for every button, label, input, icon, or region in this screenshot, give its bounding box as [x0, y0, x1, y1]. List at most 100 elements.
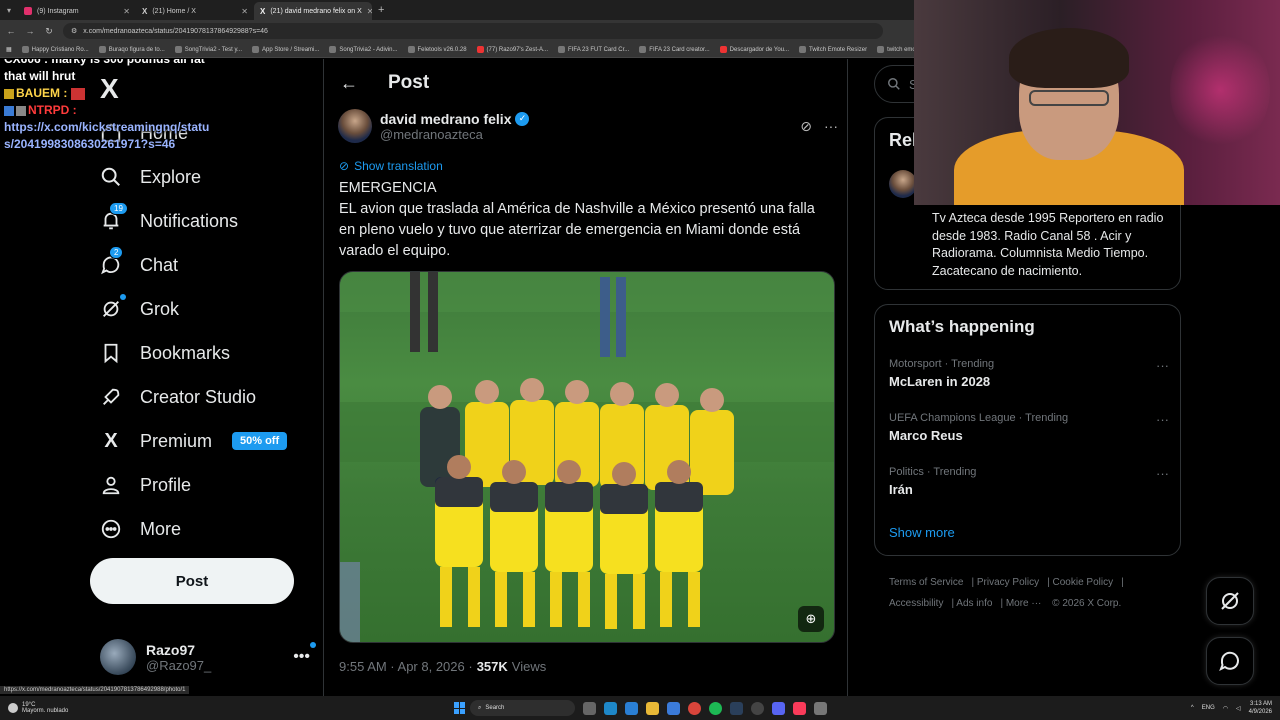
- alt-image-icon[interactable]: ⊕: [798, 606, 824, 632]
- more-options-icon[interactable]: ···: [1156, 358, 1169, 373]
- show-translation-link[interactable]: ⊘ Show translation: [339, 159, 443, 173]
- folder-icon[interactable]: [646, 701, 659, 715]
- back-icon[interactable]: ←: [6, 26, 16, 36]
- account-switcher[interactable]: Razo97 @Razo97_ •••: [100, 639, 316, 675]
- nav-label: Explore: [140, 166, 202, 187]
- grok-icon[interactable]: ⊘: [800, 118, 812, 135]
- footer-link-ads[interactable]: Ads info: [956, 598, 992, 609]
- more-options-icon[interactable]: ···: [1156, 466, 1169, 481]
- tab-title: (21) Home / X: [152, 7, 196, 15]
- site-info-icon[interactable]: ⚙: [71, 27, 77, 35]
- post-text-body: EL avion que traslada al América de Nash…: [339, 201, 815, 259]
- spotify-icon[interactable]: [709, 701, 722, 715]
- bookmark-item[interactable]: Twitch Emote Resizer: [799, 46, 867, 53]
- tab-post[interactable]: X (21) david medrano felix on X ✕: [254, 2, 372, 20]
- team-photo-illustration: [340, 272, 834, 642]
- url-input[interactable]: ⚙ x.com/medranoazteca/status/20419078137…: [63, 23, 883, 39]
- post-button[interactable]: Post: [90, 558, 294, 604]
- bookmark-item[interactable]: FIFA 23 FUT Card Cr...: [558, 46, 629, 53]
- trend-item[interactable]: Politics · Trending Irán ···: [889, 466, 1169, 497]
- edge-icon[interactable]: [604, 701, 617, 715]
- post-media-image[interactable]: ⊕: [339, 271, 835, 643]
- account-handle: @Razo97_: [146, 657, 212, 673]
- whats-happening-title: What’s happening: [889, 317, 1035, 336]
- reload-icon[interactable]: ↻: [44, 26, 54, 37]
- language-indicator[interactable]: ENG: [1202, 705, 1215, 711]
- account-dot: [310, 642, 316, 648]
- messages-float-button[interactable]: [1206, 637, 1254, 685]
- windows-start-icon[interactable]: [454, 702, 466, 714]
- author-name-row[interactable]: david medrano felix ✓: [380, 111, 530, 127]
- wifi-icon[interactable]: ◠: [1223, 705, 1228, 712]
- chrome-icon[interactable]: [688, 701, 701, 715]
- app-icon[interactable]: [814, 701, 827, 715]
- nav-creator-studio[interactable]: Creator Studio: [98, 380, 256, 414]
- author-avatar[interactable]: [338, 109, 372, 143]
- taskbar-search[interactable]: ⌕ Search: [470, 700, 575, 716]
- bookmark-item[interactable]: SongTrivia2 - Adivin...: [329, 46, 398, 53]
- music-icon[interactable]: [793, 701, 806, 715]
- footer-link-cookie[interactable]: Cookie Policy: [1053, 577, 1114, 588]
- close-icon[interactable]: ✕: [123, 7, 130, 16]
- grok-icon: [1221, 592, 1239, 610]
- bookmark-item[interactable]: (77) Razo97's Zest-A...: [476, 46, 548, 53]
- nav-grok[interactable]: Grok: [98, 292, 179, 326]
- nav-bookmarks[interactable]: Bookmarks: [98, 336, 230, 370]
- chat-username: BAUEM :: [16, 86, 68, 100]
- tab-instagram[interactable]: (9) Instagram ✕: [18, 2, 136, 20]
- discord-icon[interactable]: [772, 701, 785, 715]
- bookmark-item[interactable]: FIFA 23 Card creator...: [639, 46, 710, 53]
- whats-happening-card: What’s happening Motorsport · Trending M…: [874, 304, 1181, 556]
- post-time[interactable]: 9:55 AM · Apr 8, 2026 ·: [339, 659, 473, 674]
- footer-link-accessibility[interactable]: Accessibility: [889, 598, 943, 609]
- trend-item[interactable]: Motorsport · Trending McLaren in 2028 ··…: [889, 358, 1169, 389]
- close-icon[interactable]: ✕: [241, 7, 248, 16]
- grok-float-button[interactable]: [1206, 577, 1254, 625]
- obs-icon[interactable]: [751, 701, 764, 715]
- more-options-icon[interactable]: ···: [824, 118, 838, 135]
- nav-more[interactable]: More: [98, 512, 181, 546]
- volume-icon[interactable]: ◁: [1236, 705, 1241, 712]
- bookmark-item[interactable]: Buraqo figura de to...: [98, 46, 165, 53]
- footer-link-privacy[interactable]: Privacy Policy: [977, 577, 1039, 588]
- store-icon[interactable]: [625, 701, 638, 715]
- bookmark-item[interactable]: Feletools v26.0.28: [407, 46, 467, 53]
- forward-icon[interactable]: →: [25, 26, 35, 36]
- weather-widget[interactable]: 19°C Mayorm. nublado: [0, 702, 450, 714]
- footer-link-terms[interactable]: Terms of Service: [889, 577, 963, 588]
- task-view-icon[interactable]: [583, 701, 596, 715]
- apps-icon[interactable]: ▦: [6, 46, 12, 53]
- taskbar-search-label: Search: [485, 705, 505, 711]
- avatar[interactable]: [889, 170, 917, 198]
- bookmark-item[interactable]: SongTrivia2 - Test y...: [174, 46, 242, 53]
- x-premium-icon: X: [104, 429, 118, 452]
- close-icon[interactable]: ✕: [367, 7, 372, 16]
- translate-icon: ⊘: [339, 159, 350, 173]
- webcam-person-glasses: [1029, 90, 1109, 106]
- emote-icon: [71, 87, 86, 100]
- tab-home-x[interactable]: X (21) Home / X ✕: [136, 2, 254, 20]
- more-options-icon[interactable]: ···: [1156, 412, 1169, 427]
- post-column: ← Post david medrano felix ✓ @medranoazt…: [323, 59, 848, 696]
- bookmark-item[interactable]: App Store / Streami...: [252, 46, 319, 53]
- steam-icon[interactable]: [730, 701, 743, 715]
- nav-explore[interactable]: Explore: [98, 160, 201, 194]
- new-tab-button[interactable]: +: [378, 4, 384, 16]
- nav-profile[interactable]: Profile: [98, 468, 191, 502]
- tab-search-icon[interactable]: ▾: [0, 6, 18, 15]
- footer-link-more[interactable]: More ···: [1006, 598, 1042, 609]
- chevron-up-icon[interactable]: ^: [1191, 705, 1194, 711]
- back-arrow-icon[interactable]: ←: [340, 73, 358, 94]
- trend-name: McLaren in 2028: [889, 374, 991, 389]
- bookmark-item[interactable]: Happy Cristiano Ro...: [21, 46, 89, 53]
- clock[interactable]: 3:13 AM 4/9/2026: [1249, 700, 1272, 716]
- nav-chat[interactable]: 2 Chat: [98, 246, 178, 282]
- show-more-link[interactable]: Show more: [889, 525, 955, 540]
- account-more-icon[interactable]: •••: [293, 642, 316, 666]
- nav-premium[interactable]: X Premium 50% off: [98, 424, 288, 458]
- link-status-bar: https://x.com/medranoazteca/status/20419…: [0, 686, 190, 694]
- nav-notifications[interactable]: 19 Notifications: [98, 202, 238, 238]
- trend-item[interactable]: UEFA Champions League · Trending Marco R…: [889, 412, 1169, 443]
- bookmark-item[interactable]: Descargador de You...: [719, 46, 789, 53]
- mail-icon[interactable]: [667, 701, 680, 715]
